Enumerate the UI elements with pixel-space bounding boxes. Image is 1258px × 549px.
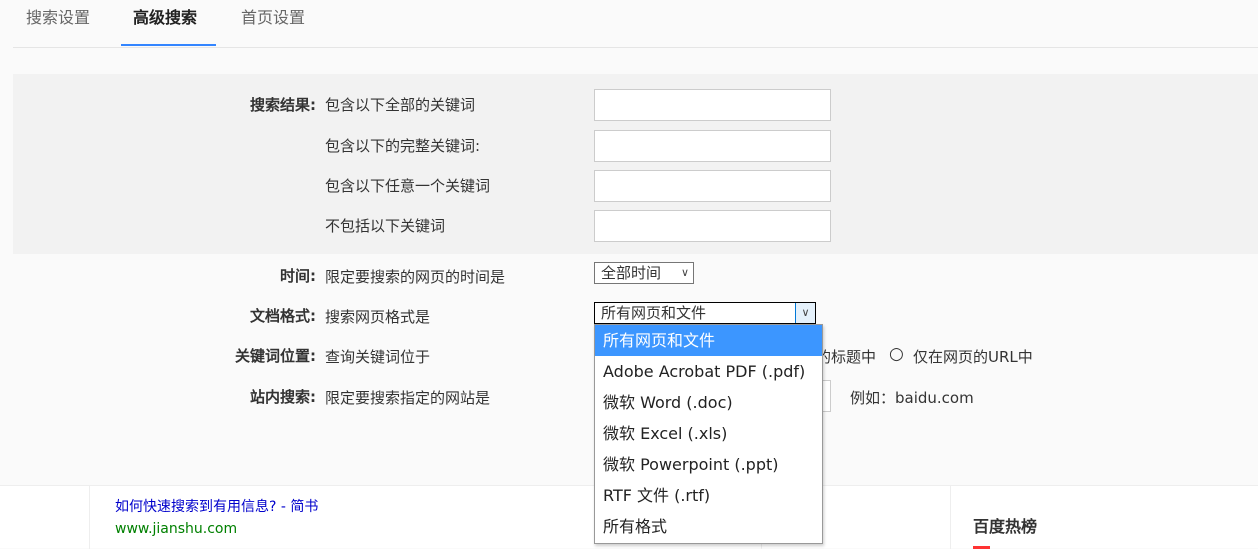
dropdown-option[interactable]: RTF 文件 (.rtf) <box>595 480 822 511</box>
format-select-value: 所有网页和文件 <box>601 304 707 322</box>
dropdown-option[interactable]: 微软 Excel (.xls) <box>595 418 822 449</box>
chevron-down-icon: ∨ <box>680 266 689 279</box>
site-search-label: 站内搜索: <box>250 388 316 406</box>
dropdown-option[interactable]: Adobe Acrobat PDF (.pdf) <box>595 356 822 387</box>
site-example: 例如：baidu.com <box>850 389 974 407</box>
search-result-label: 搜索结果: <box>250 96 316 114</box>
format-select[interactable]: 所有网页和文件 ∨ <box>594 302 816 324</box>
exclude-keywords-label: 不包括以下关键词 <box>325 217 446 235</box>
any-keywords-label: 包含以下任意一个关键词 <box>325 177 491 195</box>
format-dropdown-list[interactable]: 所有网页和文件 Adobe Acrobat PDF (.pdf) 微软 Word… <box>594 324 823 544</box>
dropdown-option[interactable]: 所有网页和文件 <box>595 325 822 356</box>
hot-list-title: 百度热榜 <box>973 517 1038 536</box>
result-url: www.jianshu.com <box>115 521 238 537</box>
dropdown-option[interactable]: 微软 Powerpoint (.ppt) <box>595 449 822 480</box>
tab-search-settings[interactable]: 搜索设置 <box>26 4 90 28</box>
all-keywords-input[interactable] <box>594 89 831 121</box>
exact-keywords-input[interactable] <box>594 130 831 162</box>
time-desc: 限定要搜索的网页的时间是 <box>325 268 506 286</box>
active-tab-indicator <box>121 44 216 46</box>
tab-bar: 搜索设置 高级搜索 首页设置 <box>13 0 1258 48</box>
format-desc: 搜索网页格式是 <box>325 308 431 326</box>
tab-homepage-settings[interactable]: 首页设置 <box>241 4 305 28</box>
time-select-value: 全部时间 <box>601 264 662 282</box>
format-label: 文档格式: <box>250 307 316 325</box>
exact-keywords-label: 包含以下的完整关键词: <box>325 137 481 155</box>
site-search-desc: 限定要搜索指定的网站是 <box>325 389 491 407</box>
all-keywords-label: 包含以下全部的关键词 <box>325 96 476 114</box>
time-label: 时间: <box>280 267 316 285</box>
position-option-url[interactable]: 仅在网页的URL中 <box>913 346 1033 367</box>
chevron-down-icon: ∨ <box>795 303 815 323</box>
position-option-title[interactable]: 的标题中 <box>816 346 876 367</box>
tab-advanced-search[interactable]: 高级搜索 <box>133 4 197 28</box>
any-keywords-input[interactable] <box>594 170 831 202</box>
keyword-position-label: 关键词位置: <box>235 347 316 365</box>
dropdown-option[interactable]: 所有格式 <box>595 511 822 542</box>
keyword-position-desc: 查询关键词位于 <box>325 348 431 366</box>
time-select[interactable]: 全部时间 ∨ <box>594 262 694 284</box>
dropdown-option[interactable]: 微软 Word (.doc) <box>595 387 822 418</box>
radio-url[interactable]: ○ <box>889 344 904 364</box>
result-title-link[interactable]: 如何快速搜索到有用信息? - 简书 <box>115 496 318 516</box>
exclude-keywords-input[interactable] <box>594 210 831 242</box>
